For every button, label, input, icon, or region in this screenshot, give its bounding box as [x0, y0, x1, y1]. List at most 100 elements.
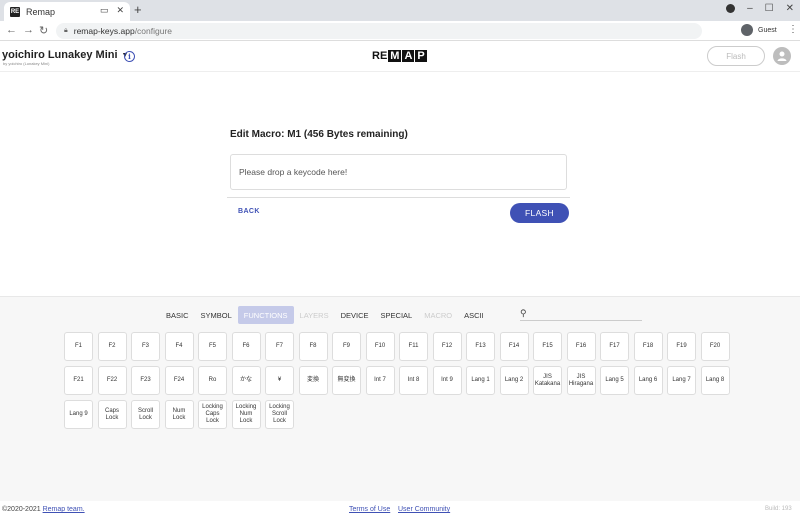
keycode-key[interactable]: Lang 2	[499, 366, 529, 395]
keycode-key[interactable]: F21	[64, 366, 93, 395]
keycode-key[interactable]: F14	[499, 332, 529, 361]
tab-close-icon[interactable]: ✕	[116, 5, 124, 16]
window-close-icon[interactable]: ✕	[786, 3, 794, 14]
keycode-key[interactable]: F4	[164, 332, 194, 361]
back-button[interactable]: BACK	[238, 208, 260, 215]
keycode-key[interactable]: Lang 1	[466, 366, 495, 395]
keycode-key[interactable]: F22	[97, 366, 127, 395]
profile-button[interactable]: Guest	[741, 24, 777, 36]
keycode-key[interactable]: F23	[131, 366, 160, 395]
keyboard-selector[interactable]: yoichiro Lunakey Mini ▼	[2, 49, 128, 61]
keycode-key[interactable]: JIS Katakana	[533, 366, 562, 395]
keycode-key[interactable]: Lang 6	[633, 366, 663, 395]
tab-special[interactable]: SPECIAL	[375, 306, 419, 324]
profile-label: Guest	[758, 26, 777, 34]
keycode-key[interactable]: かな	[231, 366, 261, 395]
logo-box: P	[415, 50, 427, 62]
keycode-key[interactable]: F15	[533, 332, 562, 361]
search-icon: ⚲	[520, 308, 527, 318]
keycode-key[interactable]: Lang 9	[64, 400, 93, 429]
reload-icon[interactable]: ↻	[39, 24, 48, 37]
keycode-key[interactable]: F10	[365, 332, 395, 361]
keycode-key[interactable]: Locking Num Lock	[231, 400, 261, 429]
keycode-key[interactable]: Ro	[198, 366, 227, 395]
keycode-key[interactable]: F1	[64, 332, 93, 361]
back-arrow-icon[interactable]: ←	[6, 24, 17, 36]
keycode-key[interactable]: F11	[399, 332, 428, 361]
lock-icon: 🔒︎	[64, 27, 68, 34]
url-field[interactable]: 🔒︎ remap-keys.app/configure	[56, 23, 702, 39]
keycode-key[interactable]: F19	[667, 332, 696, 361]
keycode-key[interactable]: Lang 8	[700, 366, 730, 395]
keycode-key[interactable]: F7	[265, 332, 294, 361]
favicon-icon: RE	[10, 6, 20, 17]
user-avatar[interactable]	[773, 47, 791, 65]
info-icon[interactable]: i	[124, 51, 135, 62]
keycode-key[interactable]: Scroll Lock	[131, 400, 160, 429]
keyboard-subtitle: by yoichiro (Lunakey Mini)	[3, 61, 50, 66]
macro-title: Edit Macro: M1 (456 Bytes remaining)	[230, 129, 408, 140]
remap-logo: RE M A P	[372, 50, 427, 62]
tab-basic[interactable]: BASIC	[160, 306, 195, 324]
keycode-key[interactable]: F18	[633, 332, 663, 361]
keycode-key[interactable]: ¥	[265, 366, 294, 395]
keycode-key[interactable]: F6	[231, 332, 261, 361]
keycode-key[interactable]: Int 8	[399, 366, 428, 395]
tab-macro[interactable]: MACRO	[418, 306, 458, 324]
flash-macro-button[interactable]: FLASH	[510, 203, 569, 223]
tab-media-icon[interactable]: ▭	[100, 5, 109, 16]
team-link[interactable]: Remap team.	[43, 506, 85, 513]
flash-firmware-button[interactable]: Flash	[707, 46, 765, 66]
keycode-key[interactable]: F20	[700, 332, 730, 361]
keycode-key[interactable]: Int 9	[432, 366, 462, 395]
divider	[227, 197, 570, 198]
forward-arrow-icon[interactable]: →	[23, 24, 34, 36]
keycode-key[interactable]: 無変換	[332, 366, 361, 395]
keycode-key[interactable]: F8	[298, 332, 328, 361]
browser-tab[interactable]: RE Remap ▭ ✕	[4, 2, 130, 21]
keycode-key[interactable]: F16	[566, 332, 596, 361]
minimize-icon[interactable]: –	[747, 3, 753, 14]
keycode-key[interactable]: F24	[164, 366, 194, 395]
keycode-category-tabs: BASIC SYMBOL FUNCTIONS LAYERS DEVICE SPECIAL M…	[160, 306, 490, 324]
keycode-key[interactable]: F12	[432, 332, 462, 361]
terms-link[interactable]: Terms of Use	[349, 506, 390, 513]
address-bar: ← → ↻ 🔒︎ remap-keys.app/configure Guest …	[0, 21, 800, 41]
keycode-key[interactable]: Caps Lock	[97, 400, 127, 429]
keycode-drop-zone[interactable]: Please drop a keycode here!	[230, 154, 567, 190]
keycode-panel	[0, 296, 800, 501]
tab-functions[interactable]: FUNCTIONS	[237, 306, 294, 324]
keycode-search-input[interactable]: ⚲	[520, 308, 642, 321]
profile-icon	[741, 24, 753, 36]
person-icon	[777, 51, 787, 61]
keycode-key[interactable]: F13	[466, 332, 495, 361]
keycode-key[interactable]: F3	[131, 332, 160, 361]
community-link[interactable]: User Community	[398, 506, 450, 513]
keycode-key[interactable]: F17	[600, 332, 629, 361]
keycode-key[interactable]: F9	[332, 332, 361, 361]
keycode-key[interactable]: Int 7	[365, 366, 395, 395]
logo-box: M	[388, 50, 402, 62]
logo-text: RE	[372, 50, 388, 62]
keycode-key[interactable]: Locking Scroll Lock	[265, 400, 294, 429]
keycode-key[interactable]: 変換	[298, 366, 328, 395]
record-icon[interactable]	[726, 4, 736, 13]
new-tab-button[interactable]: +	[134, 2, 142, 17]
keycode-key[interactable]: Lang 5	[600, 366, 629, 395]
keycode-key[interactable]: F5	[198, 332, 227, 361]
tab-title: Remap	[26, 6, 56, 17]
tab-layers[interactable]: LAYERS	[294, 306, 335, 324]
browser-tabstrip: RE Remap ▭ ✕ + – ☐ ✕	[0, 0, 800, 21]
url-path: /configure	[134, 26, 173, 36]
tab-symbol[interactable]: SYMBOL	[195, 306, 238, 324]
keycode-key[interactable]: Lang 7	[667, 366, 696, 395]
maximize-icon[interactable]: ☐	[765, 3, 774, 14]
keycode-key[interactable]: F2	[97, 332, 127, 361]
keycode-key[interactable]: JIS Hiragana	[566, 366, 596, 395]
keycode-key[interactable]: Num Lock	[164, 400, 194, 429]
browser-menu-icon[interactable]: ⋮	[788, 24, 798, 35]
tab-device[interactable]: DEVICE	[335, 306, 375, 324]
copyright: ©2020-2021 Remap team.	[2, 506, 85, 513]
keycode-key[interactable]: Locking Caps Lock	[198, 400, 227, 429]
tab-ascii[interactable]: ASCII	[458, 306, 490, 324]
